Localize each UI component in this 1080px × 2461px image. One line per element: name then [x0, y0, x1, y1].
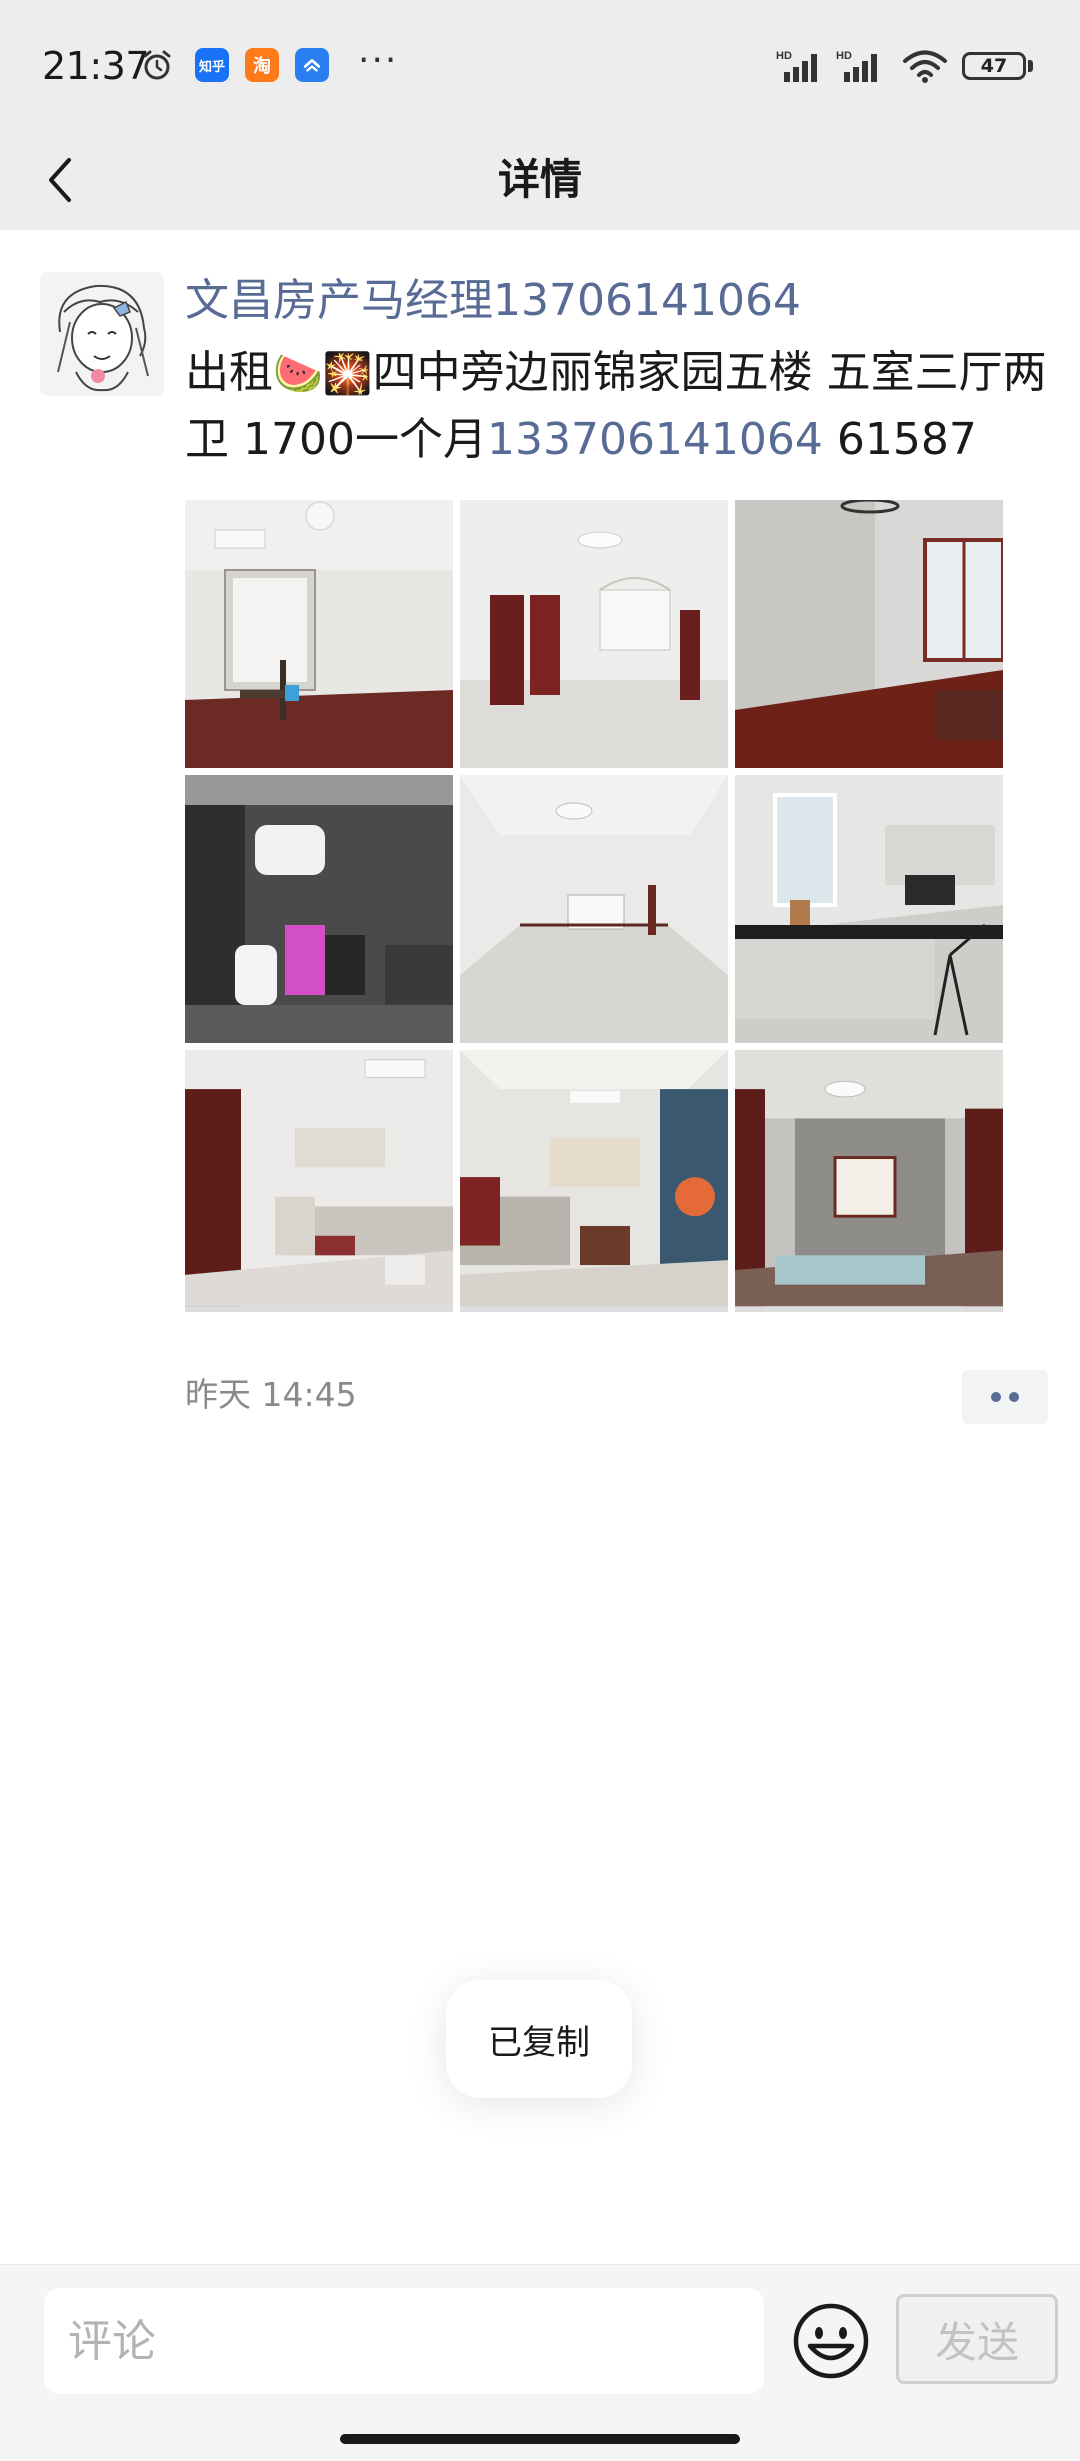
post-text: 出租🍉🎇四中旁边丽锦家园五楼 五室三厅两卫 1700一个月13370614106…	[185, 340, 1055, 473]
alarm-icon	[143, 50, 171, 80]
back-button[interactable]	[30, 130, 90, 230]
room-photo-icon	[185, 775, 453, 1043]
more-notifications-icon: ···	[358, 40, 399, 81]
room-photo-icon	[735, 775, 1003, 1043]
room-photo-icon	[735, 500, 1003, 768]
phone-link[interactable]: 133706141064	[487, 414, 823, 465]
battery-icon: 47	[962, 52, 1026, 80]
photo-thumbnail[interactable]	[735, 500, 1003, 768]
author-name[interactable]: 文昌房产马经理13706141064	[185, 272, 801, 330]
shield-app-icon	[295, 48, 329, 82]
home-indicator[interactable]	[340, 2434, 740, 2444]
more-dot	[991, 1392, 1001, 1402]
cellular-signal-icon: HD	[776, 50, 817, 82]
room-photo-icon	[460, 1050, 728, 1307]
photo-thumbnail[interactable]	[185, 1050, 453, 1312]
zhihu-label: 知乎	[198, 59, 225, 75]
chevron-left-icon	[49, 158, 71, 202]
copied-toast: 已复制	[446, 1980, 632, 2098]
post-text-suffix: 61587	[822, 414, 977, 465]
photo-thumbnail[interactable]	[735, 1050, 1003, 1312]
battery-level: 47	[980, 55, 1008, 77]
header: 详情	[0, 130, 1080, 230]
photo-thumbnail[interactable]	[460, 775, 728, 1043]
photo-thumbnail[interactable]	[460, 1050, 728, 1312]
status-time: 21:37	[42, 44, 150, 88]
signal-hd-label: HD	[776, 50, 792, 62]
page-title: 详情	[497, 155, 582, 204]
room-photo-icon	[185, 500, 453, 768]
avatar-illustration-icon	[40, 272, 164, 396]
status-bar: 21:37 知乎 淘 ··· HD HD 47	[0, 0, 1080, 130]
fireworks-emoji-icon: 🎇	[322, 351, 373, 397]
post-text-prefix: 出租	[185, 347, 273, 398]
room-photo-icon	[460, 775, 728, 1043]
battery-tip	[1028, 60, 1033, 72]
comment-input[interactable]	[44, 2288, 764, 2394]
watermelon-emoji-icon: 🍉	[273, 351, 323, 397]
taobao-label: 淘	[253, 56, 271, 77]
room-photo-icon	[735, 1050, 1003, 1307]
photo-grid	[185, 500, 1005, 1312]
cellular-signal-icon: HD	[836, 50, 877, 82]
post-timestamp: 昨天 14:45	[185, 1375, 357, 1414]
signal-hd-label: HD	[836, 50, 852, 62]
taobao-app-icon: 淘	[245, 48, 279, 82]
post-more-button[interactable]	[962, 1370, 1048, 1424]
zhihu-app-icon: 知乎	[195, 48, 229, 82]
more-dot	[1009, 1392, 1019, 1402]
room-photo-icon	[185, 1050, 453, 1307]
photo-thumbnail[interactable]	[185, 775, 453, 1043]
room-photo-icon	[460, 500, 728, 768]
emoji-button-icon[interactable]	[790, 2300, 872, 2382]
wifi-icon	[903, 50, 947, 83]
photo-thumbnail[interactable]	[185, 500, 453, 768]
photo-thumbnail[interactable]	[735, 775, 1003, 1043]
shield-glyph-icon	[303, 59, 321, 72]
avatar[interactable]	[40, 272, 164, 396]
send-button[interactable]: 发送	[896, 2294, 1058, 2384]
photo-thumbnail[interactable]	[460, 500, 728, 768]
